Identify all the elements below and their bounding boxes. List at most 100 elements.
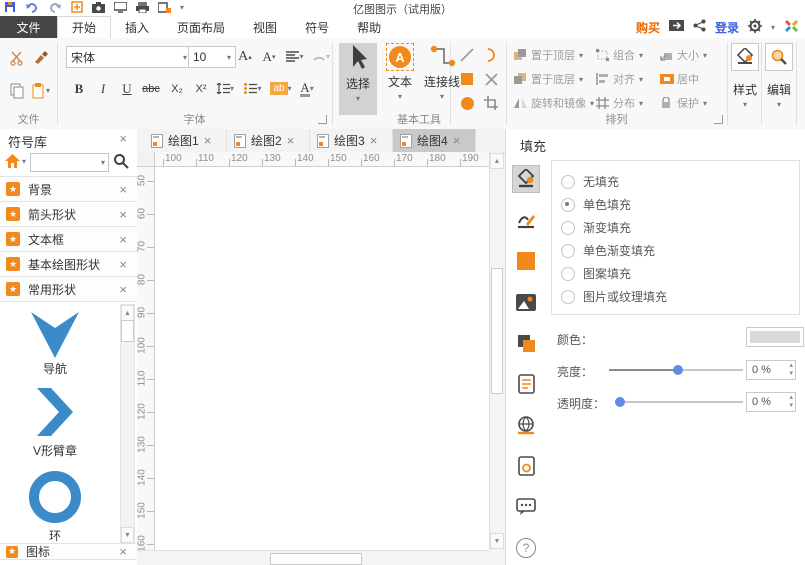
login-button[interactable]: 登录 bbox=[715, 19, 739, 36]
settings-dropdown-icon[interactable]: ▾ bbox=[771, 23, 775, 32]
scroll-thumb[interactable] bbox=[491, 268, 503, 394]
align-button[interactable]: 对齐▾ bbox=[596, 71, 643, 87]
fill-option-solid[interactable]: 单色填充 bbox=[561, 196, 631, 213]
style-button[interactable]: 样式 ▾ bbox=[730, 43, 760, 115]
distribute-button[interactable]: 分布▾ bbox=[596, 95, 643, 111]
scroll-thumb[interactable] bbox=[121, 320, 134, 342]
spin-down-icon[interactable]: ▾ bbox=[789, 402, 793, 410]
library-section-common-shapes[interactable]: ★常用形状× bbox=[0, 276, 137, 301]
fill-option-none[interactable]: 无填充 bbox=[561, 173, 619, 190]
font-size-select[interactable]: 10 ▾ bbox=[188, 46, 236, 68]
fill-option-texture[interactable]: 图片或纹理填充 bbox=[561, 288, 667, 305]
fill-tab-icon[interactable] bbox=[512, 165, 540, 193]
transparency-slider-thumb[interactable] bbox=[615, 397, 625, 407]
section-close-icon[interactable]: × bbox=[119, 283, 127, 296]
transparency-slider[interactable] bbox=[615, 401, 743, 403]
scroll-up-icon[interactable]: ▲ bbox=[490, 153, 504, 169]
settings-gear-icon[interactable] bbox=[748, 19, 762, 36]
grow-font-button[interactable]: A▴ bbox=[234, 46, 256, 67]
menu-file[interactable]: 文件 bbox=[0, 16, 57, 38]
library-section-background[interactable]: ★背景× bbox=[0, 176, 137, 201]
spin-down-icon[interactable]: ▾ bbox=[789, 370, 793, 378]
tab-close-icon[interactable]: × bbox=[370, 134, 378, 147]
line-spacing-button[interactable]: ▾ bbox=[214, 78, 236, 99]
hyperlink-tab-icon[interactable] bbox=[512, 411, 540, 439]
menu-page-layout[interactable]: 页面布局 bbox=[163, 16, 239, 38]
text-highlight-button[interactable]: ab▾ bbox=[270, 78, 292, 99]
library-section-basic-drawing-shapes[interactable]: ★基本绘图形状× bbox=[0, 251, 137, 276]
italic-button[interactable]: I bbox=[92, 78, 114, 99]
size-button[interactable]: 大小▾ bbox=[660, 47, 707, 63]
brightness-value-field[interactable]: 0 %▴▾ bbox=[746, 360, 796, 380]
spin-up-icon[interactable]: ▴ bbox=[789, 394, 793, 402]
library-section-text-box[interactable]: ★文本框× bbox=[0, 226, 137, 251]
connector-tool-button[interactable]: 连接线 ▾ bbox=[421, 43, 463, 115]
scroll-down-icon[interactable]: ▼ bbox=[490, 533, 504, 549]
section-close-icon[interactable]: × bbox=[119, 545, 127, 558]
library-section-icons[interactable]: ★图标× bbox=[0, 543, 137, 560]
align-text-button[interactable]: ▾ bbox=[284, 46, 306, 67]
group-button[interactable]: 组合▾ bbox=[596, 47, 643, 63]
section-close-icon[interactable]: × bbox=[119, 183, 127, 196]
menu-view[interactable]: 视图 bbox=[239, 16, 291, 38]
menu-symbols[interactable]: 符号 bbox=[291, 16, 343, 38]
help-tab-icon[interactable]: ? bbox=[512, 534, 540, 562]
tab-drawing1[interactable]: 绘图1× bbox=[144, 129, 227, 152]
brightness-slider[interactable] bbox=[609, 369, 743, 371]
note-tab-icon[interactable] bbox=[512, 370, 540, 398]
shape-v-chevron[interactable] bbox=[33, 386, 77, 441]
paste-dropdown-icon[interactable]: ▾ bbox=[46, 86, 50, 95]
layers-tab-icon[interactable] bbox=[512, 329, 540, 357]
center-button[interactable]: 居中 bbox=[660, 71, 699, 87]
color-swatch[interactable] bbox=[746, 327, 804, 347]
shape-ring[interactable] bbox=[29, 471, 81, 523]
arc-text-button[interactable]: ▾ bbox=[310, 46, 332, 67]
tab-drawing2[interactable]: 绘图2× bbox=[227, 129, 310, 152]
bring-to-front-button[interactable]: 置于顶层▾ bbox=[514, 47, 583, 63]
delete-tool-icon[interactable] bbox=[482, 70, 500, 88]
drawing-sheet[interactable] bbox=[155, 167, 489, 550]
feedback-icon[interactable] bbox=[669, 19, 684, 35]
copy-icon[interactable] bbox=[6, 80, 28, 101]
scroll-up-icon[interactable]: ▲ bbox=[121, 305, 134, 321]
spin-up-icon[interactable]: ▴ bbox=[789, 362, 793, 370]
tab-close-icon[interactable]: × bbox=[453, 134, 461, 147]
home-dropdown-icon[interactable]: ▾ bbox=[22, 157, 26, 166]
bold-button[interactable]: B bbox=[68, 78, 90, 99]
format-painter-icon[interactable] bbox=[30, 47, 52, 68]
protect-button[interactable]: 保护▾ bbox=[660, 95, 707, 111]
tab-close-icon[interactable]: × bbox=[287, 134, 295, 147]
canvas-horizontal-scrollbar[interactable] bbox=[137, 550, 489, 565]
subscript-button[interactable]: X₂ bbox=[166, 78, 188, 99]
rotate-mirror-button[interactable]: 旋转和镜像▾ bbox=[514, 95, 594, 111]
shape-list-scrollbar[interactable]: ▲ ▼ bbox=[120, 304, 135, 544]
font-name-select[interactable]: 宋体 ▾ bbox=[66, 46, 192, 68]
strikethrough-button[interactable]: abc bbox=[140, 78, 162, 99]
send-to-back-button[interactable]: 置于底层▾ bbox=[514, 71, 583, 87]
tab-close-icon[interactable]: × bbox=[204, 134, 212, 147]
curve-tool-icon[interactable] bbox=[482, 46, 500, 64]
section-close-icon[interactable]: × bbox=[119, 258, 127, 271]
fill-option-pattern[interactable]: 图案填充 bbox=[561, 265, 631, 282]
rectangle-tool-icon[interactable] bbox=[458, 70, 476, 88]
select-tool-button[interactable]: 选择 ▾ bbox=[339, 43, 377, 115]
home-icon[interactable] bbox=[4, 153, 21, 172]
shape-navigation[interactable] bbox=[25, 308, 85, 363]
bullet-list-button[interactable]: ▾ bbox=[242, 78, 264, 99]
crop-tool-icon[interactable] bbox=[482, 94, 500, 112]
font-color-button[interactable]: A▾ bbox=[296, 78, 318, 99]
text-tool-button[interactable]: A 文本 ▾ bbox=[381, 43, 419, 115]
superscript-button[interactable]: X² bbox=[190, 78, 212, 99]
menu-help[interactable]: 帮助 bbox=[343, 16, 395, 38]
tab-drawing3[interactable]: 绘图3× bbox=[310, 129, 393, 152]
cut-icon[interactable] bbox=[6, 47, 28, 68]
ellipse-tool-icon[interactable] bbox=[458, 94, 476, 112]
shrink-font-button[interactable]: A▾ bbox=[258, 46, 280, 67]
scroll-thumb[interactable] bbox=[270, 553, 362, 565]
section-close-icon[interactable]: × bbox=[119, 208, 127, 221]
comment-tab-icon[interactable] bbox=[512, 493, 540, 521]
transparency-value-field[interactable]: 0 %▴▾ bbox=[746, 392, 796, 412]
tab-drawing4[interactable]: 绘图4× bbox=[393, 129, 476, 152]
menu-home[interactable]: 开始 bbox=[57, 16, 111, 38]
fill-option-gradient[interactable]: 渐变填充 bbox=[561, 219, 631, 236]
